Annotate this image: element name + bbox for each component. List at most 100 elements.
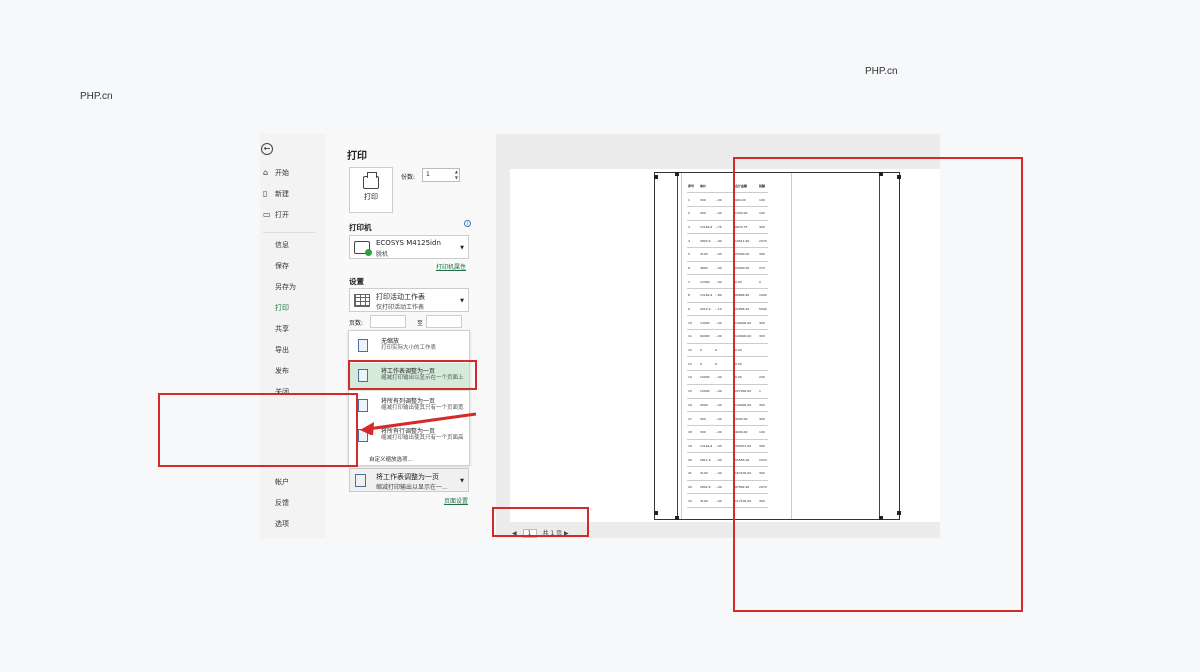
preview-cell: 3000 <box>699 398 714 413</box>
page-setup-link[interactable]: 页面设置 <box>444 496 468 505</box>
preview-cell: 19 <box>687 439 699 454</box>
preview-cell: 17 <box>687 411 699 426</box>
preview-cell: 16 <box>687 398 699 413</box>
preview-cell: 0 <box>714 343 734 358</box>
scaling-select[interactable]: 将工作表调整为一页 缩减打印输出以显示在一... ▼ <box>349 468 469 492</box>
nav-divider <box>263 232 315 233</box>
preview-cell: 2802.9 <box>699 480 714 495</box>
preview-cell: 6 <box>687 261 699 276</box>
new-doc-icon: ▯ <box>263 189 268 198</box>
preview-cell: ...00 <box>714 261 734 276</box>
printer-properties-link[interactable]: 打印机属性 <box>436 262 466 271</box>
margin-line <box>681 173 682 519</box>
preview-cell: 10000 <box>699 370 714 385</box>
printer-header: 打印机 <box>349 223 372 232</box>
chevron-down-icon: ▼ <box>460 245 464 251</box>
back-arrow-icon[interactable]: ← <box>261 143 273 155</box>
highlight-callout-box <box>158 393 358 467</box>
print-button[interactable]: 打印 <box>349 167 393 213</box>
preview-cell: 2803.9 <box>699 233 714 248</box>
margin-handle[interactable] <box>654 511 658 515</box>
backstage-nav: ← ⌂ 开始 ▯ 新建 ▭ 打开 信息 保存 另存为 打印 共享 导出 发布 关闭 帐… <box>260 134 326 538</box>
page-icon <box>358 339 368 352</box>
printer-ready-icon <box>354 241 372 256</box>
preview-cell: ...00 <box>714 247 734 262</box>
pages-to-input[interactable] <box>426 315 462 328</box>
preview-cell: ...00 <box>714 411 734 426</box>
print-scope-select[interactable]: 打印活动工作表 仅打印活动工作表 ▼ <box>349 288 469 312</box>
pages-label: 页数: <box>349 320 364 327</box>
preview-cell <box>714 179 734 194</box>
home-icon: ⌂ <box>263 168 269 177</box>
preview-cell: ...90 <box>714 233 734 248</box>
preview-cell: 2012.9 <box>699 302 714 317</box>
preview-cell: 5 <box>687 247 699 262</box>
highlight-page-navigator <box>492 507 589 537</box>
copies-input[interactable]: 1 ▲ ▼ <box>422 168 460 182</box>
annotation-arrow-icon <box>360 412 477 435</box>
preview-cell: 序号 <box>687 179 699 194</box>
custom-scaling-option[interactable]: 自定义缩放选项... <box>369 455 413 463</box>
preview-cell: 1316a.9 <box>699 288 714 303</box>
copies-spinner-icon[interactable]: ▲ ▼ <box>455 169 458 181</box>
preview-cell: 1 <box>687 192 699 207</box>
preview-cell: 4 <box>687 233 699 248</box>
nav-open[interactable]: ▭ 打开 <box>263 210 289 220</box>
preview-cell: 3 <box>687 220 699 235</box>
copies-label: 份数: <box>401 174 416 181</box>
scaling-option-no-scaling[interactable]: 无缩放 打印实际大小的工作表 <box>349 333 469 361</box>
preview-cell: ...00 <box>714 480 734 495</box>
preview-cell: ...00 <box>714 192 734 207</box>
preview-cell: 2811.9 <box>699 452 714 467</box>
preview-cell: 1316a.9 <box>699 220 714 235</box>
preview-cell: ...00 <box>714 329 734 344</box>
preview-cell: 9 <box>687 302 699 317</box>
info-icon[interactable]: i <box>464 220 471 227</box>
preview-cell: ...80 <box>714 288 734 303</box>
preview-cell: 15 <box>687 384 699 399</box>
preview-cell: 1316a.9 <box>699 439 714 454</box>
preview-cell: ...00 <box>714 439 734 454</box>
preview-cell: ...00 <box>714 206 734 221</box>
preview-cell: 18 <box>687 425 699 440</box>
preview-cell: 10000 <box>699 384 714 399</box>
margin-line <box>677 173 678 519</box>
pages-to-label: 至 <box>417 320 424 327</box>
nav-save[interactable]: 保存 <box>275 261 289 271</box>
nav-account[interactable]: 帐户 <box>275 477 289 487</box>
preview-cell: 20 <box>687 452 699 467</box>
nav-publish[interactable]: 发布 <box>275 366 289 376</box>
preview-cell: ...75 <box>714 220 734 235</box>
nav-print[interactable]: 打印 <box>275 303 289 313</box>
nav-save-as[interactable]: 另存为 <box>275 282 296 292</box>
nav-new[interactable]: ▯ 新建 <box>263 189 289 199</box>
printer-select[interactable]: ECOSYS M4125idn 脱机 ▼ <box>349 235 469 259</box>
preview-cell: 300 <box>699 206 714 221</box>
margin-handle[interactable] <box>654 175 658 179</box>
preview-cell: ...00 <box>714 315 734 331</box>
nav-home[interactable]: ⌂ 开始 <box>263 168 289 178</box>
preview-cell: 2 <box>687 206 699 221</box>
scaling-dropdown-menu: 无缩放 打印实际大小的工作表 将工作表调整为一页 缩减打印输出以显示在一个页面上… <box>348 330 470 466</box>
margin-handle[interactable] <box>675 172 679 176</box>
pages-from-input[interactable] <box>370 315 406 328</box>
preview-cell: 0 <box>714 356 734 372</box>
preview-cell: 10 <box>687 315 699 331</box>
settings-header: 设置 <box>349 277 364 286</box>
preview-cell: 14 <box>687 370 699 385</box>
preview-cell: 22 <box>687 480 699 495</box>
nav-share[interactable]: 共享 <box>275 324 289 334</box>
preview-cell: 23 <box>687 493 699 508</box>
preview-cell: 12 <box>687 343 699 358</box>
margin-handle[interactable] <box>675 516 679 520</box>
preview-cell: 300 <box>699 425 714 440</box>
nav-options[interactable]: 选项 <box>275 519 289 529</box>
print-settings-panel: 打印 打印 份数: 1 ▲ ▼ 打印机 i ECOSYS M4125idn 脱机 … <box>326 134 496 538</box>
nav-feedback[interactable]: 反馈 <box>275 498 289 508</box>
chevron-down-icon: ▼ <box>460 298 464 304</box>
preview-cell: 0 <box>699 356 714 372</box>
fit-sheet-icon <box>355 474 366 487</box>
nav-info[interactable]: 信息 <box>275 240 289 250</box>
preview-cell: ...00 <box>714 452 734 467</box>
nav-export[interactable]: 导出 <box>275 345 289 355</box>
